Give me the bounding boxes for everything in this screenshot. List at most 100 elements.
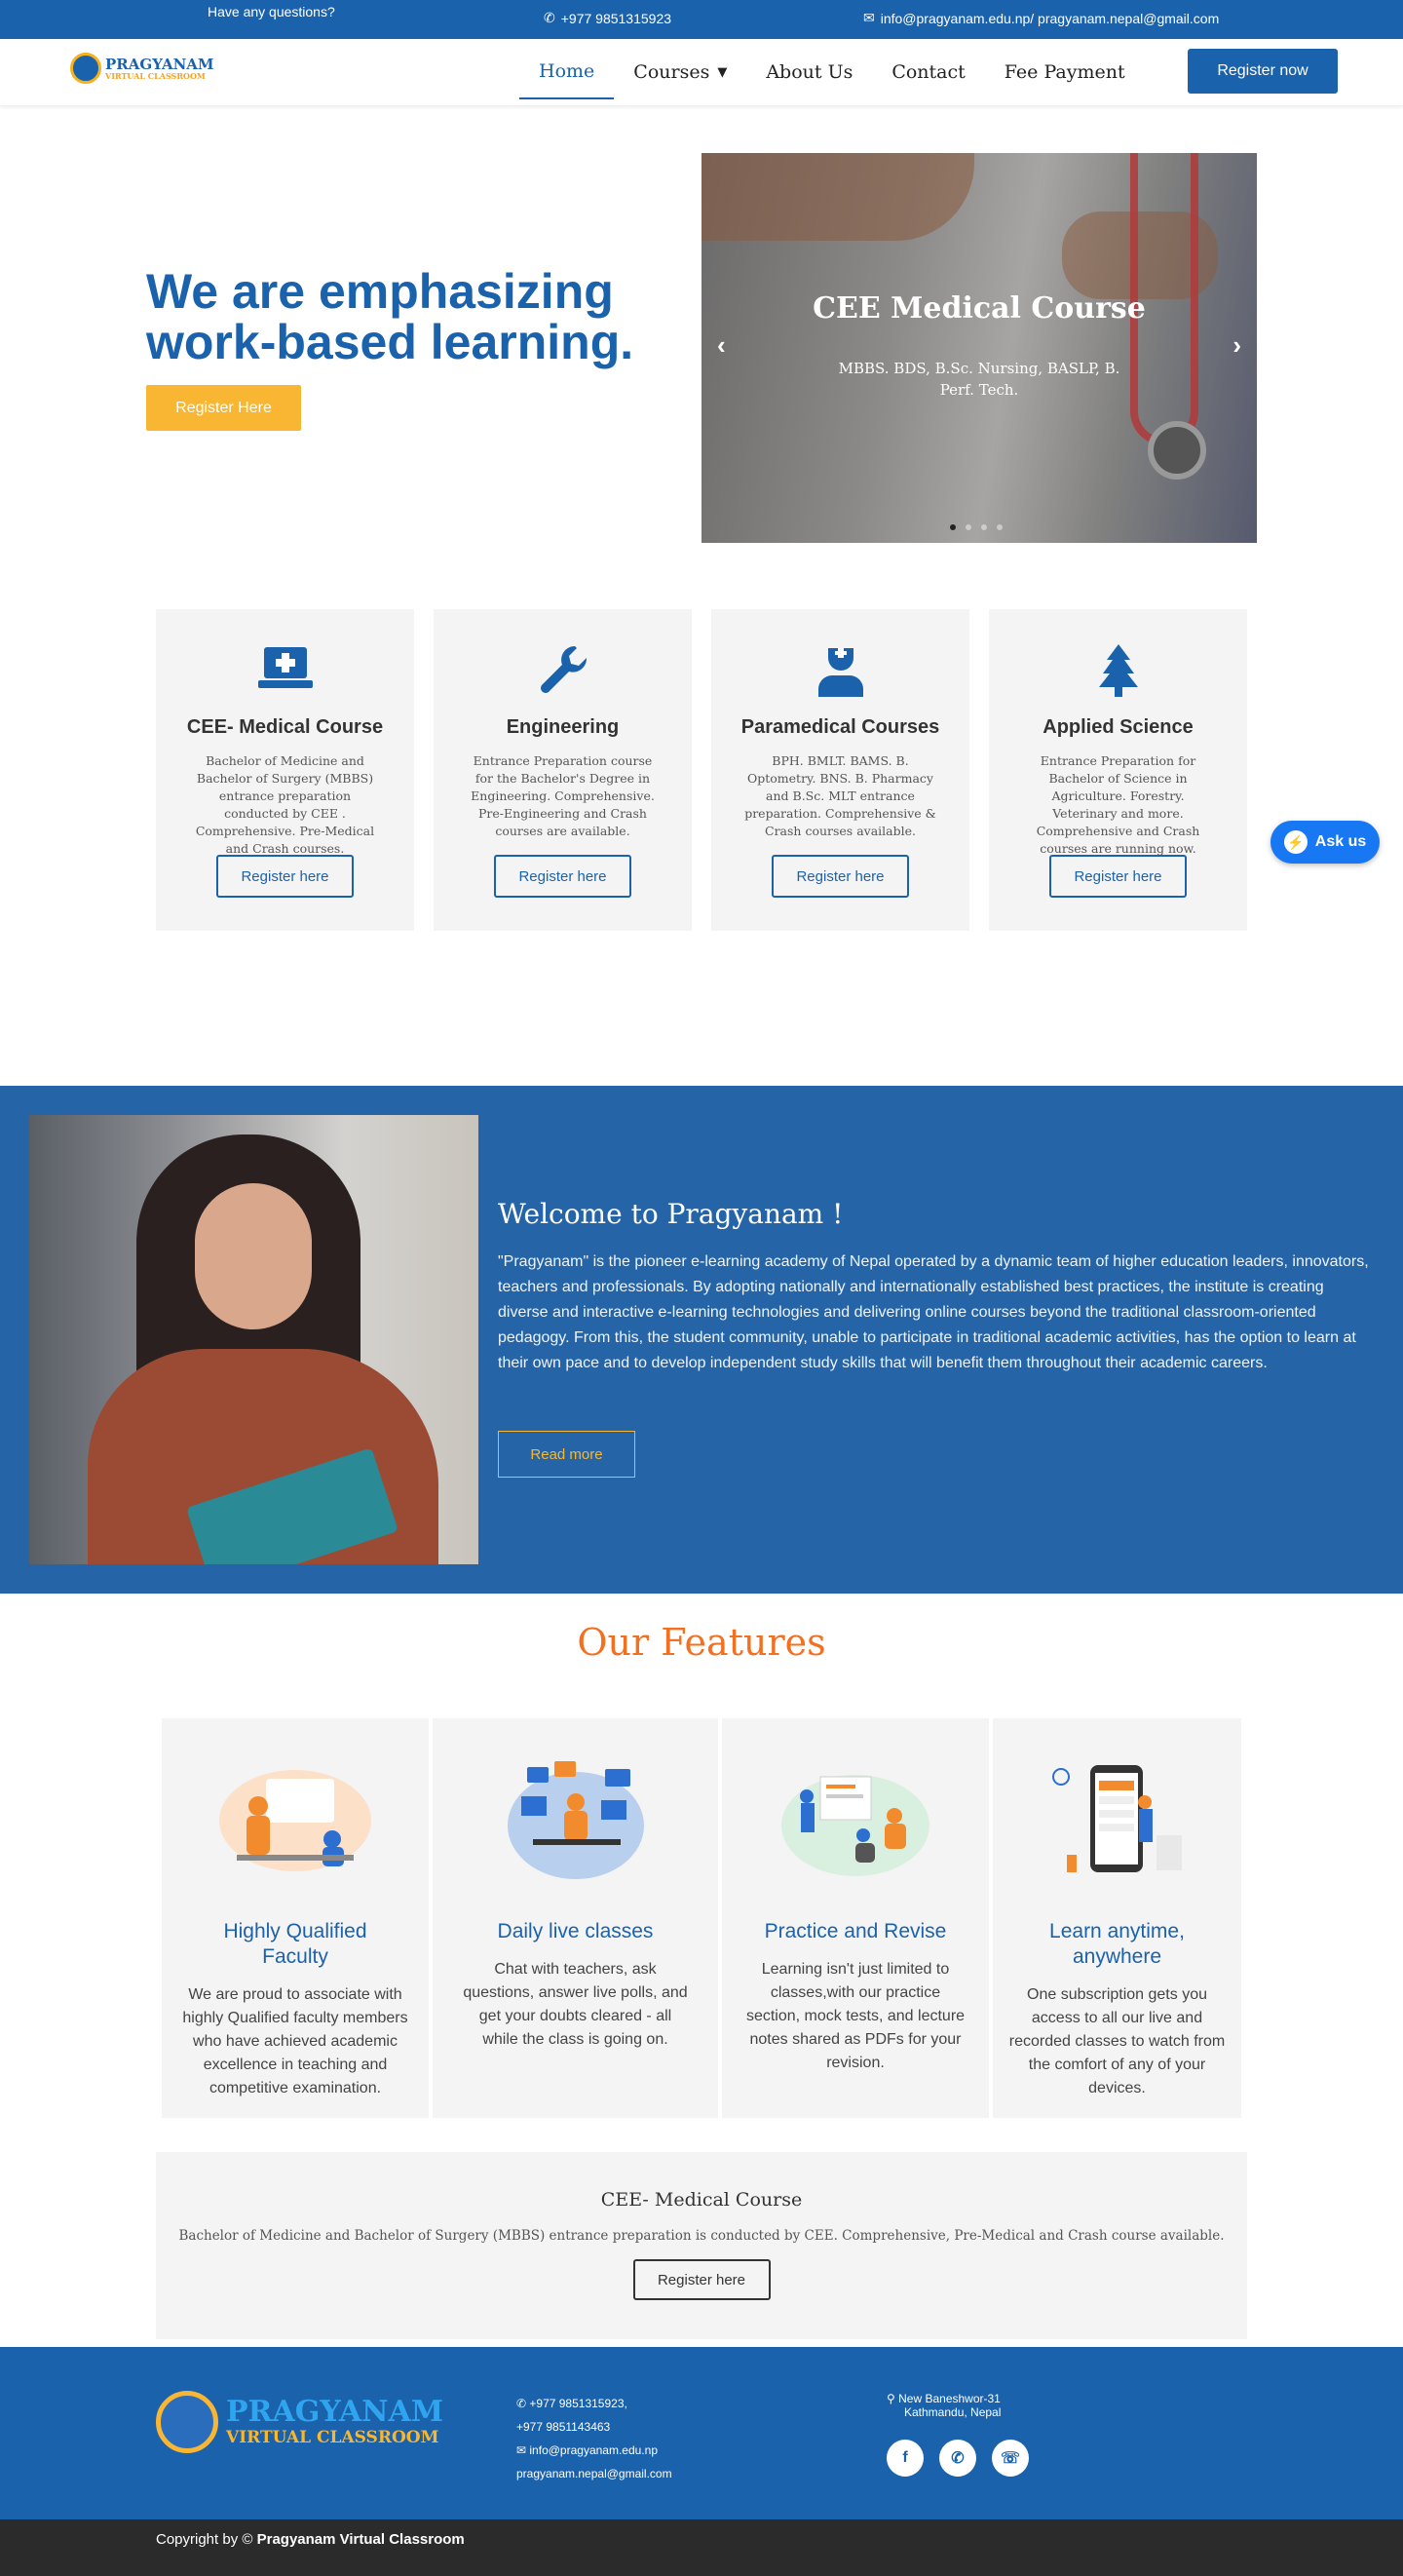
site-footer: PRAGYANAM VIRTUAL CLASSROOM ✆ +977 98513…	[0, 2347, 1403, 2519]
register-now-button[interactable]: Register now	[1188, 49, 1338, 94]
phone-icon: ✆	[544, 10, 555, 25]
phone-icon: ✆	[516, 2397, 530, 2410]
features-title: Our Features	[577, 1621, 826, 1664]
topbar-phone-text: +977 9851315923	[560, 10, 672, 26]
course-title: Applied Science	[1043, 716, 1194, 738]
carousel-dot[interactable]	[997, 524, 1003, 530]
welcome-text: "Pragyanam" is the pioneer e-learning ac…	[498, 1253, 1369, 1371]
welcome-title: Welcome to Pragyanam !	[498, 1198, 844, 1230]
course-card-paramedical: Paramedical Courses BPH. BMLT. BAMS. B. …	[711, 609, 969, 931]
carousel-dots	[950, 524, 1003, 530]
feature-card: Daily live classes Chat with teachers, a…	[433, 1718, 718, 2118]
feature-text: One subscription gets you access to all …	[1008, 1986, 1226, 2096]
viber-icon[interactable]: ☏	[992, 2440, 1029, 2477]
chevron-right-icon[interactable]: ›	[1232, 330, 1241, 361]
mobile-learning-illustration	[1040, 1757, 1195, 1884]
nav-item-fee-payment[interactable]: Fee Payment	[985, 45, 1145, 99]
nav-menu: Home Courses ▼ About Us Contact Fee Payme…	[519, 39, 1145, 105]
messenger-chat-button[interactable]: ⚡ Ask us	[1270, 821, 1380, 864]
footer-email-2[interactable]: pragyanam.nepal@gmail.com	[516, 2462, 672, 2485]
questions-text: Have any questions?	[208, 4, 335, 19]
carousel-dot[interactable]	[981, 524, 987, 530]
nav-item-home[interactable]: Home	[519, 45, 615, 99]
hero-carousel[interactable]: CEE Medical Course MBBS. BDS, B.Sc. Nurs…	[702, 153, 1257, 543]
medical-laptop-icon	[256, 640, 315, 699]
course-card-engineering: Engineering Entrance Preparation course …	[434, 609, 692, 931]
social-links: f ✆ ☏	[887, 2440, 1029, 2477]
envelope-icon: ✉	[863, 10, 875, 25]
copyright-prefix: Copyright by ©	[156, 2531, 253, 2548]
nav-item-contact[interactable]: Contact	[872, 45, 984, 99]
feature-text: Learning isn't just limited to classes,w…	[745, 1961, 966, 2071]
footer-logo-subtitle: VIRTUAL CLASSROOM	[226, 2428, 439, 2447]
chevron-left-icon[interactable]: ‹	[717, 330, 726, 361]
nurse-icon	[812, 640, 870, 699]
feature-text: We are proud to associate with highly Qu…	[182, 1986, 408, 2096]
course-description: BPH. BMLT. BAMS. B. Optometry. BNS. B. P…	[744, 753, 936, 838]
course-title: Engineering	[506, 716, 620, 738]
cee-banner-title: CEE- Medical Course	[600, 2189, 803, 2211]
hero-headline: We are emphasizing work-based learning.	[146, 264, 634, 369]
location-pin-icon: ⚲	[887, 2392, 899, 2405]
footer-email-1[interactable]: ✉ info@pragyanam.edu.np	[516, 2439, 672, 2462]
feature-title: Daily live classes	[497, 1920, 654, 1942]
course-register-button[interactable]: Register here	[494, 855, 631, 898]
topbar-phone[interactable]: ✆ +977 9851315923	[544, 10, 671, 26]
cee-banner: CEE- Medical Course Bachelor of Medicine…	[156, 2152, 1247, 2339]
hero-register-button[interactable]: Register Here	[146, 385, 301, 431]
feature-title: Learn anytime, anywhere	[1049, 1920, 1185, 1968]
feature-title: Practice and Revise	[764, 1920, 947, 1942]
course-card-applied-science: Applied Science Entrance Preparation for…	[989, 609, 1247, 931]
top-info-bar: Have any questions? ✆ +977 9851315923 ✉ …	[0, 0, 1403, 39]
site-logo[interactable]: PRAGYANAM VIRTUAL CLASSROOM	[70, 53, 214, 84]
footer-logo-title: PRAGYANAM	[226, 2395, 444, 2429]
footer-address: ⚲ New Baneshwor-31 Kathmandu, Nepal	[887, 2392, 1001, 2419]
nav-item-about[interactable]: About Us	[746, 45, 872, 99]
footer-email-1-text: info@pragyanam.edu.np	[529, 2443, 658, 2457]
logo-subtitle: VIRTUAL CLASSROOM	[105, 70, 206, 81]
course-register-button[interactable]: Register here	[216, 855, 354, 898]
topbar-email[interactable]: ✉ info@pragyanam.edu.np/ pragyanam.nepal…	[863, 10, 1219, 26]
faculty-illustration	[217, 1757, 373, 1884]
address-line-2: Kathmandu, Nepal	[904, 2405, 1002, 2419]
course-title: CEE- Medical Course	[186, 716, 384, 738]
slide-title: CEE Medical Course	[813, 291, 1146, 326]
nav-item-courses[interactable]: Courses ▼	[614, 45, 746, 99]
course-title: Paramedical Courses	[740, 716, 940, 738]
course-register-button[interactable]: Register here	[1049, 855, 1187, 898]
course-register-button[interactable]: Register here	[772, 855, 909, 898]
address-line-1: New Baneshwor-31	[898, 2392, 1001, 2405]
copyright-name: Pragyanam Virtual Classroom	[256, 2531, 465, 2548]
feature-title: Highly Qualified Faculty	[223, 1920, 367, 1968]
carousel-dot[interactable]	[966, 524, 971, 530]
course-cards-section: CEE- Medical Course Bachelor of Medicine…	[0, 607, 1403, 1086]
features-section: Our Features Highly Qualified Faculty We…	[0, 1594, 1403, 2347]
course-card-medical: CEE- Medical Course Bachelor of Medicine…	[156, 609, 414, 931]
main-navigation: PRAGYANAM VIRTUAL CLASSROOM Home Courses…	[0, 39, 1403, 105]
wrench-icon	[534, 640, 592, 699]
messenger-label: Ask us	[1314, 833, 1367, 850]
facebook-icon[interactable]: f	[887, 2440, 924, 2477]
carousel-dot[interactable]	[950, 524, 956, 530]
whatsapp-icon[interactable]: ✆	[939, 2440, 976, 2477]
feature-card: Learn anytime, anywhere One subscription…	[993, 1718, 1241, 2118]
welcome-section: Welcome to Pragyanam ! "Pragyanam" is th…	[0, 1086, 1403, 1594]
envelope-icon: ✉	[516, 2443, 530, 2457]
cee-banner-text: Bachelor of Medicine and Bachelor of Sur…	[178, 2228, 1225, 2244]
slide-text: MBBS. BDS, B.Sc. Nursing, BASLP, B. Perf…	[838, 360, 1120, 399]
read-more-button[interactable]: Read more	[498, 1431, 635, 1478]
tree-icon	[1089, 640, 1148, 699]
footer-phone-1[interactable]: ✆ +977 9851315923,	[516, 2392, 672, 2415]
logo-emblem-icon	[70, 53, 101, 84]
feature-card: Practice and Revise Learning isn't just …	[722, 1718, 989, 2118]
chevron-down-icon: ▼	[717, 64, 728, 80]
footer-phone-1-text: +977 9851315923,	[529, 2397, 627, 2410]
footer-logo[interactable]: PRAGYANAM VIRTUAL CLASSROOM	[156, 2391, 443, 2453]
topbar-email-text: info@pragyanam.edu.np/ pragyanam.nepal@g…	[880, 10, 1220, 26]
feature-text: Chat with teachers, ask questions, answe…	[463, 1961, 688, 2048]
cee-register-button[interactable]: Register here	[632, 2259, 771, 2300]
messenger-icon: ⚡	[1283, 830, 1308, 854]
footer-phone-2[interactable]: +977 9851143463	[516, 2415, 672, 2439]
practice-illustration	[777, 1757, 933, 1884]
live-class-illustration	[498, 1757, 654, 1884]
